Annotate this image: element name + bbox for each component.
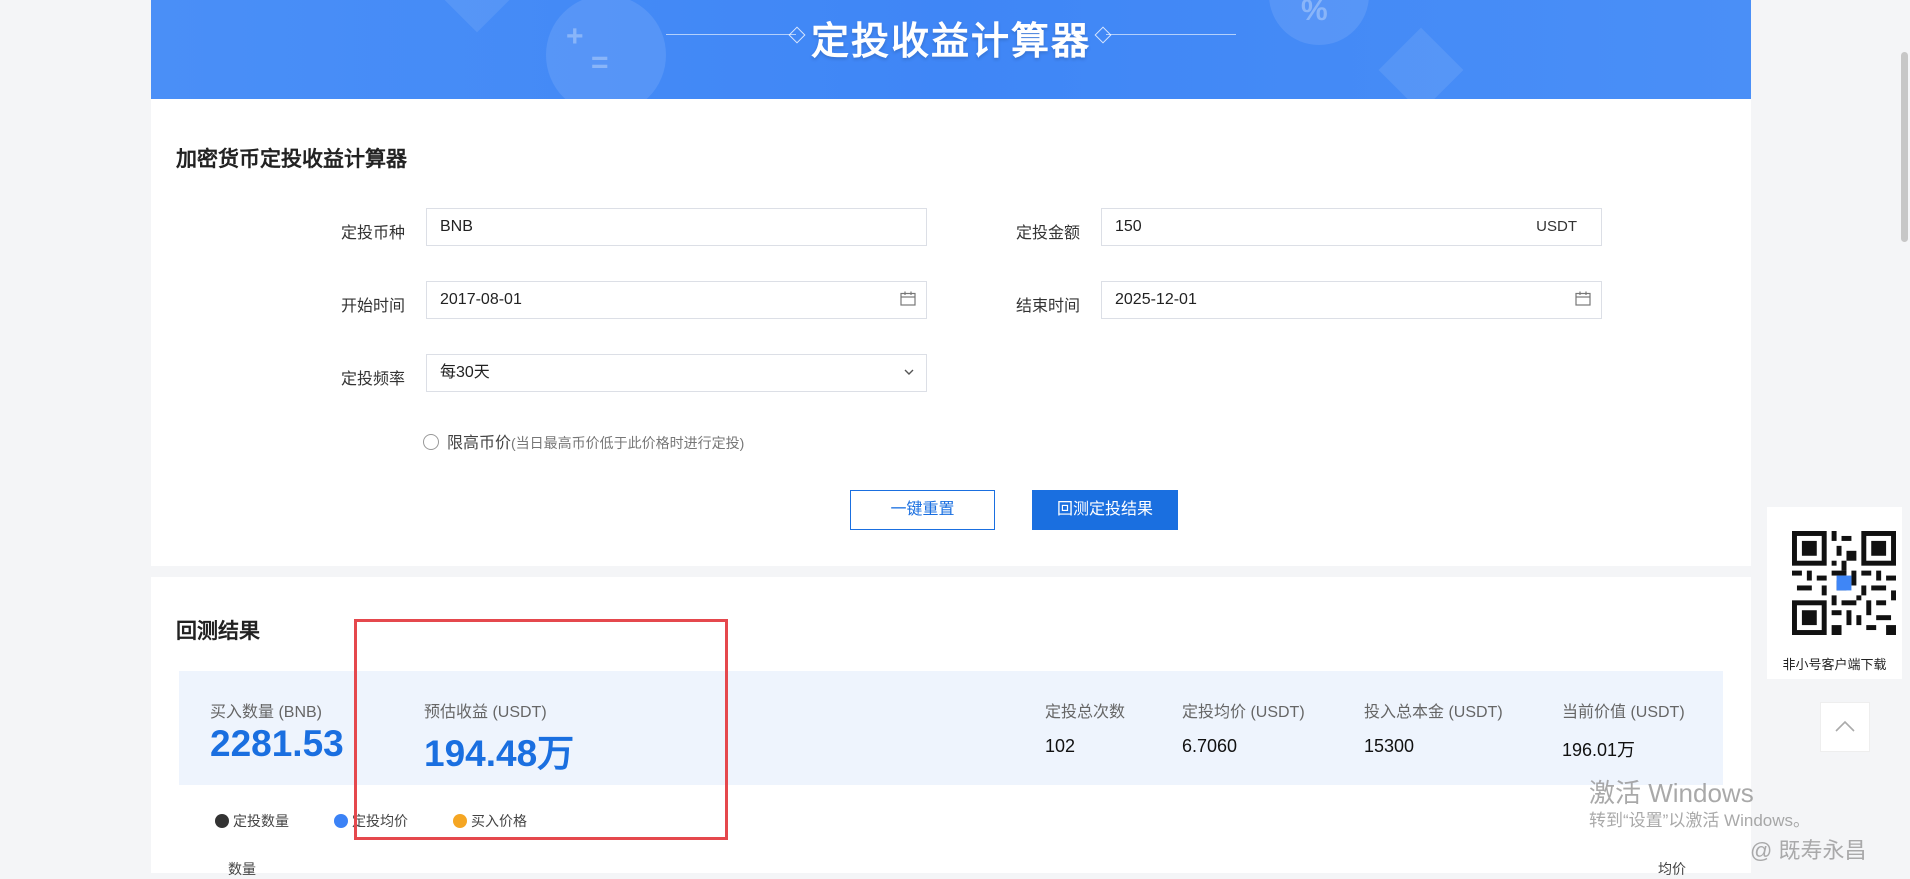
calculator-form: 加密货币定投收益计算器 定投币种 BNB 定投金额 150 USDT 开始时间 … (151, 99, 1751, 566)
calendar-icon[interactable] (1575, 291, 1591, 306)
legend-dot (453, 814, 467, 828)
backtest-result: 回测结果 买入数量 (BNB) 2281.53 预估收益 (USDT) 194.… (151, 577, 1751, 877)
amount-unit: USDT (1536, 218, 1577, 235)
start-date-label: 开始时间 (341, 298, 406, 315)
est-profit-value: 194.48万 (424, 733, 575, 774)
coin-value: BNB (440, 218, 473, 235)
qr-code-icon (1792, 531, 1896, 635)
legend-dot (334, 814, 348, 828)
backtest-button[interactable]: 回测定投结果 (1032, 490, 1178, 530)
result-section-title: 回测结果 (176, 620, 260, 643)
windows-activation-subtitle: 转到“设置”以激活 Windows。 (1589, 811, 1811, 830)
author-watermark: @ 既寿永昌 (1750, 838, 1867, 863)
windows-activation-title: 激活 Windows (1589, 778, 1754, 808)
buy-qty-value: 2281.53 (210, 723, 344, 764)
end-date-value: 2025-12-01 (1115, 291, 1197, 308)
chevron-down-icon (904, 369, 914, 375)
frequency-label: 定投频率 (341, 371, 406, 388)
avg-price-label: 定投均价 (USDT) (1182, 704, 1305, 721)
end-date-label: 结束时间 (1016, 298, 1081, 315)
limit-price-hint: (当日最高币价低于此价格时进行定投) (511, 435, 745, 451)
start-date-value: 2017-08-01 (440, 291, 522, 308)
buy-qty-label: 买入数量 (BNB) (210, 704, 323, 721)
back-to-top-button[interactable] (1820, 702, 1870, 752)
legend-item-qty[interactable]: 定投数量 (215, 811, 289, 831)
limit-price-label: 限高币价 (447, 435, 512, 452)
frequency-select[interactable]: 每30天 (426, 354, 927, 392)
app-download-qr[interactable]: 非小号客户端下载 (1767, 507, 1902, 679)
limit-price-radio[interactable] (423, 434, 439, 450)
coin-input[interactable]: BNB (426, 208, 927, 246)
end-date-input[interactable]: 2025-12-01 (1101, 281, 1602, 319)
chart-left-axis-label: 数量 (228, 861, 256, 877)
qr-caption: 非小号客户端下载 (1782, 657, 1887, 672)
page-container: + = % 定投收益计算器 加密货币定投收益计算器 定投币种 BNB 定投金额 … (151, 0, 1751, 877)
avg-price-value: 6.7060 (1182, 736, 1238, 756)
page-title: 定投收益计算器 (810, 21, 1091, 63)
frequency-value: 每30天 (440, 364, 490, 381)
calendar-icon[interactable] (900, 291, 916, 306)
coin-label: 定投币种 (341, 225, 406, 242)
amount-input[interactable]: 150 USDT (1101, 208, 1602, 246)
legend-item-avg[interactable]: 定投均价 (334, 811, 408, 831)
start-date-input[interactable]: 2017-08-01 (426, 281, 927, 319)
total-count-value: 102 (1045, 736, 1076, 756)
legend-label: 定投均价 (352, 813, 408, 829)
calculator-banner: + = % 定投收益计算器 (151, 0, 1751, 99)
total-count-label: 定投总次数 (1045, 704, 1126, 721)
chart-right-axis-label: 均价 (1658, 861, 1686, 877)
current-value-label: 当前价值 (USDT) (1562, 704, 1685, 721)
limit-price-option[interactable]: 限高币价(当日最高币价低于此价格时进行定投) (423, 429, 744, 453)
current-value-value: 196.01万 (1562, 740, 1636, 760)
legend-label: 买入价格 (471, 813, 527, 829)
total-principal-value: 15300 (1364, 736, 1415, 756)
legend-item-price[interactable]: 买入价格 (453, 811, 527, 831)
amount-label: 定投金额 (1016, 225, 1081, 242)
chevron-up-icon (1835, 720, 1855, 732)
scrollbar-thumb[interactable] (1901, 52, 1908, 242)
amount-value: 150 (1115, 218, 1142, 235)
legend-label: 定投数量 (233, 813, 289, 829)
result-stats-panel: 买入数量 (BNB) 2281.53 预估收益 (USDT) 194.48万 定… (179, 671, 1723, 785)
form-section-title: 加密货币定投收益计算器 (176, 148, 407, 171)
legend-dot (215, 814, 229, 828)
est-profit-label: 预估收益 (USDT) (424, 704, 547, 721)
total-principal-label: 投入总本金 (USDT) (1364, 704, 1503, 721)
reset-button[interactable]: 一键重置 (850, 490, 995, 530)
